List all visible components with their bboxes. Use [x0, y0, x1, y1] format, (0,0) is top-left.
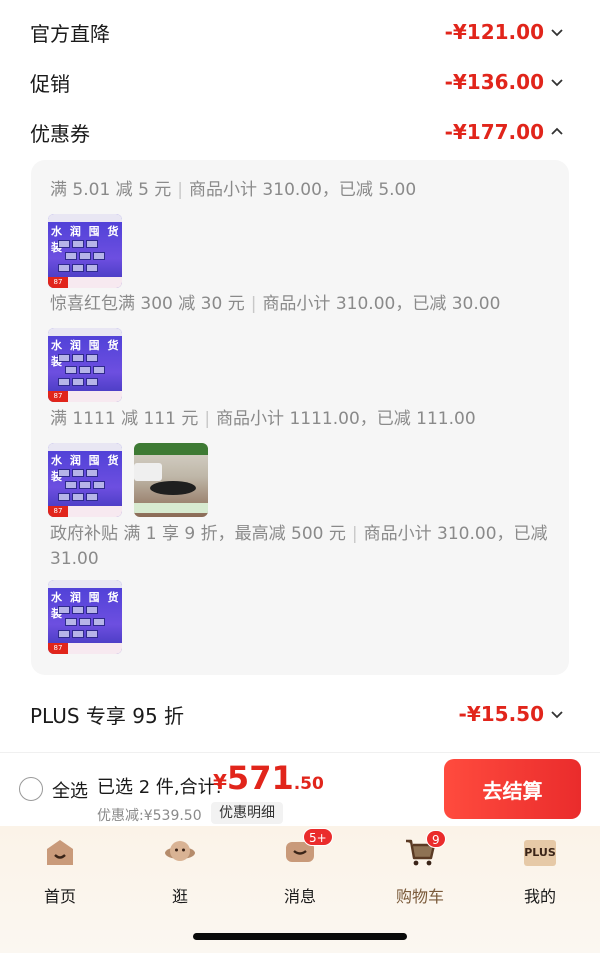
- cart-count-badge: 9: [426, 830, 446, 848]
- coupon-name: 政府补贴 满 1 享 9 折，最高减 500 元: [50, 524, 346, 544]
- currency-symbol: ¥: [213, 770, 227, 794]
- coupon-detail-panel: 满 5.01 减 5 元 | 商品小计 310.00，已减 5.00 水 润 囤 货…: [31, 160, 569, 675]
- thumb-badge: 87: [48, 391, 68, 402]
- tab-messages[interactable]: 5+ 消息: [260, 828, 340, 906]
- row-amount: -¥177.00: [445, 120, 564, 144]
- discount-detail-button[interactable]: 优惠明细: [211, 802, 283, 824]
- tab-home[interactable]: 首页: [20, 836, 100, 906]
- product-thumbnail[interactable]: 水 润 囤 货 装 87: [48, 328, 122, 402]
- chevron-down-icon: [551, 79, 563, 87]
- divider: |: [351, 524, 358, 544]
- divider: |: [250, 294, 257, 314]
- tab-browse[interactable]: 逛: [140, 836, 220, 906]
- coupon-note: 商品小计 1111.00，已减 111.00: [216, 409, 476, 429]
- tab-label: 消息: [283, 887, 316, 906]
- furniture-thumbnail[interactable]: [134, 443, 208, 517]
- checkout-button[interactable]: 去结算: [444, 759, 581, 819]
- selection-summary: 已选 2 件,合计:: [97, 777, 222, 798]
- coupon-line: 满 1111 减 111 元 | 商品小计 1111.00，已减 111.00: [50, 407, 555, 432]
- tab-profile[interactable]: PLUS 我的: [500, 836, 580, 906]
- checkout-bar: 全选 已选 2 件,合计: ¥571.50 优惠减:¥539.50 优惠明细 去…: [0, 752, 600, 826]
- select-all-label[interactable]: 全选: [52, 777, 88, 803]
- product-thumbnail[interactable]: 水 润 囤 货 装 87: [48, 443, 122, 517]
- row-amount: -¥15.50: [459, 702, 564, 726]
- message-count-badge: 5+: [303, 828, 333, 846]
- coupon-line: 惊喜红包满 300 减 30 元 | 商品小计 310.00，已减 30.00: [50, 292, 555, 317]
- total-price: ¥571.50: [213, 759, 324, 797]
- product-thumbnail[interactable]: 水 润 囤 货 装 87: [48, 214, 122, 288]
- product-thumbnail[interactable]: 水 润 囤 货 装 87: [48, 580, 122, 654]
- planet-icon: [165, 841, 195, 861]
- coupon-line: 满 5.01 减 5 元 | 商品小计 310.00，已减 5.00: [50, 178, 555, 203]
- home-icon: [47, 840, 73, 865]
- row-amount: -¥121.00: [445, 20, 564, 44]
- select-all-checkbox[interactable]: [19, 777, 43, 801]
- coupon-note: 商品小计 310.00，已减 5.00: [189, 180, 417, 200]
- divider: |: [204, 409, 211, 429]
- plus-member-icon: PLUS: [524, 840, 556, 866]
- coupon-note: 商品小计 310.00，已减: [363, 524, 548, 544]
- thumb-badge: 87: [48, 277, 68, 288]
- discount-row-plus[interactable]: PLUS 专享 95 折 -¥15.50: [30, 694, 564, 734]
- total-decimal: .50: [293, 774, 324, 794]
- coupon-note: 商品小计 310.00，已减 30.00: [262, 294, 501, 314]
- row-label: 促销: [30, 71, 70, 96]
- coupon-name: 满 5.01 减 5 元: [50, 180, 172, 200]
- home-indicator[interactable]: [193, 933, 407, 940]
- discount-total: 优惠减:¥539.50: [97, 808, 202, 824]
- row-label: 官方直降: [30, 21, 110, 46]
- row-label: PLUS 专享 95 折: [30, 703, 185, 728]
- discount-row-official[interactable]: 官方直降 -¥121.00: [30, 12, 564, 52]
- tab-cart[interactable]: 9 购物车: [380, 830, 460, 906]
- thumb-badge: 87: [48, 506, 68, 517]
- chevron-down-icon: [551, 29, 563, 37]
- tab-label: 首页: [43, 887, 76, 906]
- total-integer: 571: [226, 759, 294, 797]
- chevron-down-icon: [551, 711, 563, 719]
- tab-label: 逛: [171, 887, 188, 906]
- coupon-line: 政府补贴 满 1 享 9 折，最高减 500 元 | 商品小计 310.00，已减 …: [50, 522, 555, 572]
- tab-label: 购物车: [395, 887, 444, 906]
- row-amount: -¥136.00: [445, 70, 564, 94]
- tab-label: 我的: [523, 887, 556, 906]
- coupon-note-continued: 31.00: [50, 549, 99, 569]
- discount-row-promotion[interactable]: 促销 -¥136.00: [30, 62, 564, 102]
- row-label: 优惠券: [30, 121, 90, 146]
- chevron-up-icon: [551, 127, 563, 135]
- thumb-badge: 87: [48, 643, 68, 654]
- discount-row-coupon[interactable]: 优惠券 -¥177.00: [30, 112, 564, 152]
- coupon-name: 惊喜红包满 300 减 30 元: [50, 294, 245, 314]
- coupon-name: 满 1111 减 111 元: [50, 409, 199, 429]
- divider: |: [177, 180, 184, 200]
